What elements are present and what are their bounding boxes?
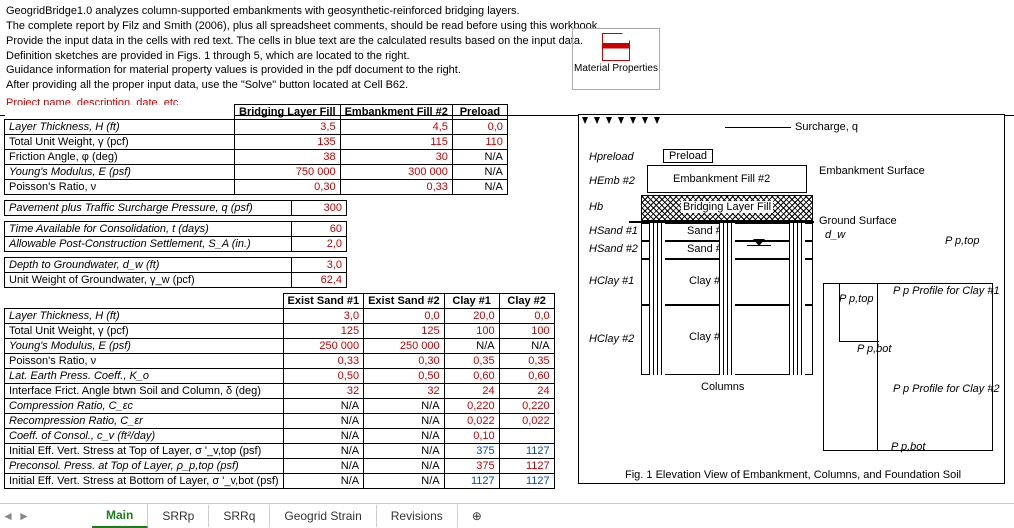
intro-text: GeogridBridge1.0 analyzes column-support… <box>0 0 1014 93</box>
tab-nav-right-icon[interactable]: ► <box>16 509 32 523</box>
sheet-tabs: ◄ ► Main SRRp SRRq Geogrid Strain Revisi… <box>0 503 1014 527</box>
tab-srrp[interactable]: SRRp <box>148 505 209 527</box>
tab-nav-left-icon[interactable]: ◄ <box>0 509 16 523</box>
fill-properties-table: Bridging Layer FillEmbankment Fill #2Pre… <box>4 104 508 195</box>
tab-revisions[interactable]: Revisions <box>377 505 458 527</box>
elevation-diagram: Surcharge, q Preload Hpreload Embankment… <box>578 114 1005 484</box>
tab-srrq[interactable]: SRRq <box>209 505 270 527</box>
single-value-table: Pavement plus Traffic Surcharge Pressure… <box>4 200 347 216</box>
add-sheet-button[interactable]: ⊕ <box>458 505 496 527</box>
pdf-icon <box>602 33 630 61</box>
tab-geogrid-strain[interactable]: Geogrid Strain <box>270 505 376 527</box>
material-properties-pdf[interactable]: Material Properties <box>572 28 660 90</box>
soil-properties-table: Exist Sand #1Exist Sand #2Clay #1Clay #2… <box>4 293 555 489</box>
tab-main[interactable]: Main <box>92 504 148 528</box>
